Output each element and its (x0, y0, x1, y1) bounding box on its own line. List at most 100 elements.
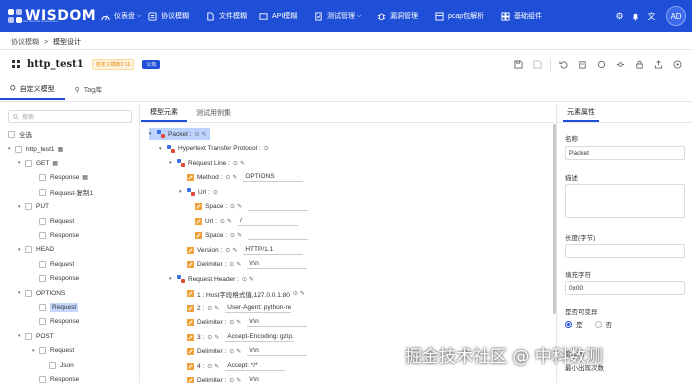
caret-down-icon[interactable]: ▾ (169, 160, 177, 166)
model-node-row[interactable]: ▾ Hypertext Transfer Protocol : ⊙ (159, 143, 269, 155)
nav-pcap-parse[interactable]: pcap包解析 (435, 0, 484, 32)
search-input[interactable]: 搜索 (8, 110, 132, 123)
checkbox[interactable] (25, 203, 32, 211)
help-icon[interactable]: ⊙ (242, 276, 247, 283)
checkbox[interactable] (25, 246, 32, 254)
tree-item[interactable]: Request-复制1 (32, 186, 96, 198)
model-field-row[interactable]: Url : ⊙ ✎ / (187, 215, 298, 227)
caret-down-icon[interactable]: ▾ (149, 131, 157, 137)
pin-icon[interactable]: ✎ (237, 232, 242, 239)
model-field-row[interactable]: Delimiter : ⊙ ✎ \r\n (179, 346, 308, 358)
checkbox[interactable] (39, 260, 46, 268)
pin-icon[interactable]: ✎ (202, 131, 207, 138)
caret-down-icon[interactable]: ▾ (159, 146, 167, 152)
checkbox[interactable] (39, 303, 46, 311)
undo-icon[interactable] (557, 58, 570, 71)
pin-icon[interactable]: ✎ (236, 319, 241, 326)
export-icon[interactable] (652, 58, 665, 71)
tree-item[interactable]: Response (32, 273, 82, 285)
tree-item[interactable]: Response (32, 316, 82, 328)
checkbox[interactable] (39, 231, 46, 239)
model-node-row[interactable]: ▾ Request Header : ⊙ ✎ (169, 273, 254, 285)
help-icon[interactable]: ⊙ (220, 218, 225, 225)
element-value-input[interactable] (248, 231, 309, 240)
caret-down-icon[interactable]: ▾ (169, 276, 177, 282)
nav-file-fuzz[interactable]: 文件模糊 (206, 0, 247, 32)
nav-dashboard[interactable]: 仪表盘 ⌵ (101, 0, 142, 32)
caret-down-icon[interactable]: ▾ (18, 204, 24, 210)
model-field-row[interactable]: 4 : ⊙ ✎ Accept: */* (179, 360, 286, 372)
model-field-row[interactable]: Version : ⊙ ✎ HTTP/1.1 (179, 244, 304, 256)
help-icon[interactable]: ⊙ (225, 174, 230, 181)
element-value-input[interactable]: \r\n (247, 347, 308, 356)
tree-item[interactable]: Request (32, 215, 77, 227)
checkbox[interactable] (25, 332, 32, 340)
help-icon[interactable]: ⊙ (229, 348, 234, 355)
tree-item[interactable]: Response (32, 373, 82, 383)
tree-item[interactable]: ▾ PUT (18, 201, 52, 213)
model-field-row[interactable]: Delimiter : ⊙ ✎ \r\n (179, 259, 308, 271)
pin-icon[interactable]: ✎ (227, 218, 232, 225)
help-icon[interactable]: ⊙ (207, 363, 212, 370)
model-field-row[interactable]: Delimiter : ⊙ ✎ \r\n (179, 317, 308, 329)
element-value-input[interactable]: \r\n (247, 318, 308, 327)
tree-item[interactable]: ▾ GET ▦ (18, 157, 58, 169)
tab-test-cases[interactable]: 测试用例集 (187, 104, 240, 122)
help-icon[interactable]: ⊙ (229, 261, 234, 268)
radio-no[interactable] (594, 320, 602, 328)
tree-item[interactable]: ▾ OPTIONS (18, 287, 68, 299)
select-all[interactable]: 全选 (8, 128, 32, 140)
element-value-input[interactable]: \r\n (247, 376, 307, 383)
pin-icon[interactable]: ✎ (236, 348, 241, 355)
pin-icon[interactable]: ✎ (236, 261, 241, 268)
help-icon[interactable]: ⊙ (207, 334, 212, 341)
pin-icon[interactable]: ✎ (214, 305, 219, 312)
translate-icon[interactable]: 文 (646, 11, 657, 22)
help-icon[interactable]: ⊙ (225, 247, 230, 254)
copy-icon[interactable] (576, 58, 589, 71)
element-value-input[interactable]: \r\n (247, 260, 308, 269)
model-node-row[interactable]: ▾ Url : ⊙ (179, 186, 218, 198)
model-field-row[interactable]: Space : ⊙ ✎ (187, 201, 309, 213)
bell-icon[interactable] (630, 11, 641, 22)
pin-icon[interactable]: ✎ (214, 363, 219, 370)
nav-test-management[interactable]: 测试管理 ⌵ (314, 0, 362, 32)
checkbox[interactable] (39, 188, 46, 196)
element-value-input[interactable]: User-Agent: python-re (225, 304, 292, 313)
nav-base-components[interactable]: 基础组件 (501, 0, 542, 32)
tree-item[interactable]: ▾ http_test1 ▦ (8, 143, 63, 155)
caret-down-icon[interactable]: ▾ (18, 290, 24, 296)
model-field-row[interactable]: Space : ⊙ ✎ (187, 230, 309, 242)
length-input[interactable] (565, 244, 685, 258)
description-textarea[interactable] (565, 184, 685, 218)
tab-tag-library[interactable]: ⚲ Tag库 (65, 80, 112, 100)
element-value-input[interactable]: Accept: */* (225, 362, 286, 371)
link-icon[interactable] (614, 58, 627, 71)
play-icon[interactable] (671, 58, 684, 71)
checkbox[interactable] (25, 289, 32, 297)
name-input[interactable]: Packet (565, 146, 685, 160)
model-field-row[interactable]: 2 : ⊙ ✎ User-Agent: python-re (179, 302, 292, 314)
breadcrumb-parent[interactable]: 协议模糊 (11, 39, 39, 46)
nav-api-fuzz[interactable]: API模糊 (259, 0, 297, 32)
checkbox[interactable] (49, 361, 56, 369)
model-field-row[interactable]: 1 : Host字段格式值,127.0.0.1:80 ⊙ ✎ (179, 288, 305, 300)
caret-down-icon[interactable]: ▾ (18, 160, 24, 166)
tree-item[interactable]: ▾ POST (18, 330, 57, 342)
checkbox[interactable] (39, 174, 46, 182)
element-value-input[interactable]: HTTP/1.1 (243, 246, 304, 255)
help-icon[interactable]: ⊙ (293, 290, 298, 297)
avatar[interactable]: AD (666, 6, 686, 26)
checkbox[interactable] (39, 217, 46, 225)
help-icon[interactable]: ⊙ (213, 189, 218, 196)
tree-item[interactable]: Response ▦ (32, 172, 88, 184)
help-icon[interactable]: ⊙ (207, 305, 212, 312)
tree-item[interactable]: ▾ Request (32, 345, 77, 357)
caret-down-icon[interactable]: ▾ (8, 146, 14, 152)
tab-element-properties[interactable]: 元素属性 (563, 104, 599, 122)
checkbox[interactable] (39, 318, 46, 326)
tree-item[interactable]: Request (32, 258, 77, 270)
help-icon[interactable]: ⊙ (229, 377, 234, 383)
model-field-row[interactable]: 3 : ⊙ ✎ Accept-Encoding: gzip, (179, 331, 294, 343)
radio-yes[interactable] (565, 320, 572, 328)
